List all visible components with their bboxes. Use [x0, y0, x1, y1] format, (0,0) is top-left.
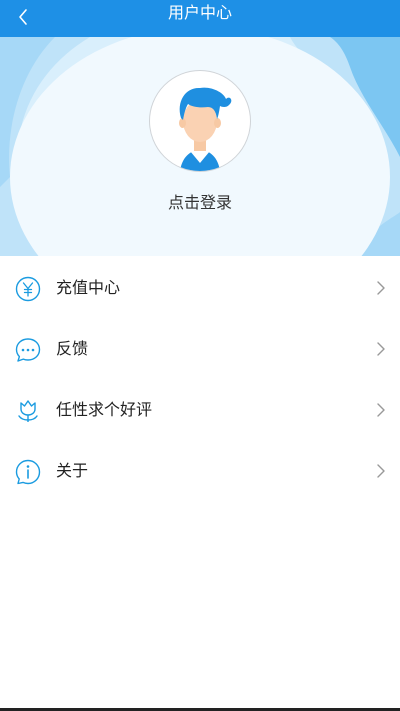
menu-list: 充值中心 反馈 任性求个好评 关于: [0, 256, 400, 500]
login-link[interactable]: 点击登录: [0, 189, 400, 213]
menu-item-feedback[interactable]: 反馈: [0, 317, 400, 378]
menu-item-label: 反馈: [56, 339, 89, 358]
yen-icon: [15, 276, 41, 302]
chevron-right-icon: [377, 281, 385, 295]
app-header: 用户中心: [0, 0, 400, 37]
menu-item-recharge[interactable]: 充值中心: [0, 256, 400, 317]
menu-item-label: 任性求个好评: [56, 400, 153, 419]
chevron-right-icon: [377, 464, 385, 478]
menu-item-label: 关于: [56, 461, 89, 480]
chat-bubble-icon: [15, 338, 41, 362]
user-avatar-icon: [179, 87, 232, 171]
tulip-icon: [18, 400, 38, 422]
avatar[interactable]: [149, 70, 251, 172]
info-icon: [15, 459, 41, 485]
menu-item-rate-us[interactable]: 任性求个好评: [0, 378, 400, 439]
chevron-right-icon: [377, 342, 385, 356]
profile-hero: 点击登录: [0, 37, 400, 256]
menu-item-about[interactable]: 关于: [0, 439, 400, 500]
chevron-right-icon: [377, 403, 385, 417]
page-title: 用户中心: [167, 3, 232, 22]
menu-item-label: 充值中心: [56, 278, 121, 297]
